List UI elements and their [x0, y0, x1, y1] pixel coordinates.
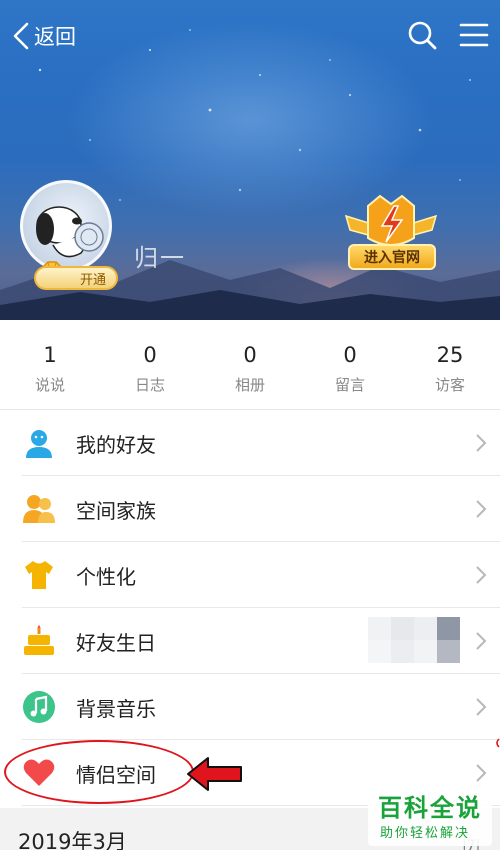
- tshirt-icon: [25, 561, 53, 589]
- stat-label: 相册: [234, 376, 265, 394]
- stat-value: 0: [243, 343, 257, 367]
- menu-item-my-friends[interactable]: 我的好友: [0, 410, 500, 476]
- stat-value: 0: [143, 343, 157, 367]
- menu-label: 个性化: [76, 564, 136, 589]
- watermark-title: 百科全说: [378, 794, 482, 822]
- avatar-image: [20, 180, 112, 272]
- vip-badge-label: 开通: [79, 272, 106, 288]
- chevron-right-icon: [476, 500, 487, 518]
- stat-label: 说说: [34, 376, 65, 394]
- stat-blog[interactable]: 0 日志: [100, 320, 200, 409]
- chevron-right-icon: [476, 698, 487, 716]
- stat-albums[interactable]: 0 相册: [200, 320, 300, 409]
- stat-posts[interactable]: 1 说说: [0, 320, 100, 409]
- friend-icon: [26, 430, 52, 458]
- stat-value: 0: [343, 343, 357, 367]
- birthday-cake-icon: [24, 625, 54, 655]
- stat-label: 访客: [434, 376, 465, 394]
- menu-item-space-family[interactable]: 空间家族: [0, 476, 500, 542]
- timeline-date: 2019年3月: [18, 830, 127, 850]
- stat-messages[interactable]: 0 留言: [300, 320, 400, 409]
- menu-label: 我的好友: [76, 432, 156, 457]
- menu-label: 背景音乐: [76, 696, 156, 721]
- stat-label: 日志: [134, 376, 165, 394]
- back-label: 返回: [34, 25, 76, 49]
- hamburger-menu-icon[interactable]: [458, 18, 490, 52]
- back-button[interactable]: 返回: [10, 18, 76, 54]
- stat-visitors[interactable]: 25 访客: [400, 320, 500, 409]
- official-site-button[interactable]: 进入官网: [348, 244, 436, 270]
- menu-list: 我的好友 空间家族 个性化 好友生日 背景音乐 情侣空间: [0, 410, 500, 806]
- avatar[interactable]: 开通: [20, 180, 118, 290]
- menu-item-background-music[interactable]: 背景音乐: [0, 674, 500, 740]
- family-icon: [23, 495, 55, 523]
- search-icon[interactable]: [406, 18, 438, 52]
- menu-item-friend-birthday[interactable]: 好友生日: [0, 608, 500, 674]
- watermark-logo: 百科全说 助你轻松解决: [368, 782, 492, 846]
- chevron-left-icon: [13, 22, 29, 50]
- chevron-right-icon: [476, 632, 487, 650]
- stat-value: 25: [436, 343, 464, 367]
- username: 归一: [134, 244, 186, 272]
- vip-open-badge[interactable]: 开通: [34, 266, 118, 290]
- watermark-subtitle: 助你轻松解决: [380, 826, 471, 841]
- chevron-right-icon: [476, 764, 487, 782]
- stats-bar: 1 说说 0 日志 0 相册 0 留言 25 访客: [0, 320, 500, 410]
- chevron-right-icon: [476, 434, 487, 452]
- snoopy-avatar-illustration: [36, 206, 104, 258]
- blurred-avatars: [368, 617, 460, 663]
- menu-label: 好友生日: [76, 630, 156, 655]
- stat-value: 1: [43, 343, 57, 367]
- stat-label: 留言: [334, 376, 365, 394]
- menu-item-personalize[interactable]: 个性化: [0, 542, 500, 608]
- chevron-right-icon: [476, 566, 487, 584]
- music-icon: [23, 691, 55, 723]
- menu-label: 情侣空间: [76, 762, 156, 787]
- heart-icon: [23, 759, 55, 786]
- menu-label: 空间家族: [76, 498, 156, 523]
